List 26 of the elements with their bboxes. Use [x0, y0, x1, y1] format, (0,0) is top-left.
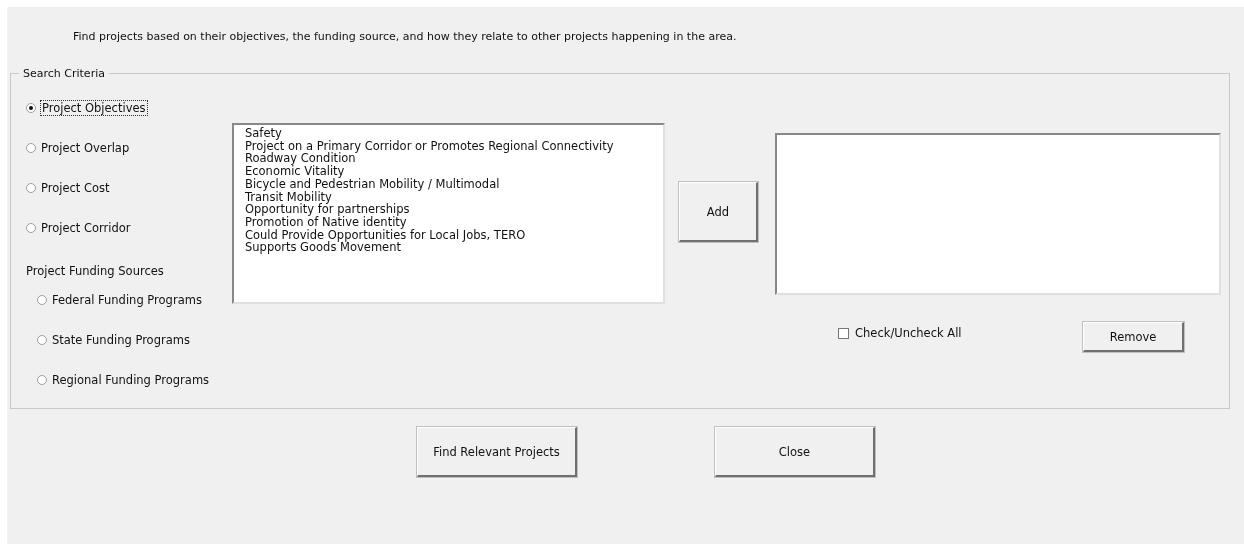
list-item[interactable]: Project on a Primary Corridor or Promotes Regional Connectivity [245, 139, 663, 153]
description-text: Find projects based on their objectives, the funding source, and how they relate to other projects happening in the area. [72, 29, 738, 45]
add-button[interactable]: Add [679, 182, 758, 242]
list-item[interactable]: Roadway Condition [245, 152, 663, 166]
dialog-button[interactable]: Find Relevant Projects [417, 427, 577, 477]
radio-option[interactable]: Project Overlap [26, 128, 232, 168]
list-item[interactable]: Opportunity for partnerships [245, 203, 663, 216]
remove-button[interactable]: Remove [1083, 322, 1184, 352]
radio-option[interactable]: Project Cost [26, 168, 232, 208]
funding-sources-label: Project Funding Sources [26, 263, 165, 280]
radio-option[interactable]: Project Corridor [26, 208, 232, 248]
list-item[interactable]: Safety [245, 127, 663, 140]
radio-option[interactable]: Regional Funding Programs [26, 360, 232, 400]
list-item[interactable]: Could Provide Opportunities for Local Jobs, TERO [245, 228, 663, 242]
list-item[interactable]: Supports Goods Movement [245, 241, 663, 255]
check-all-checkbox[interactable]: Check/Uncheck All [838, 326, 1083, 340]
list-item[interactable]: Transit Mobility [245, 190, 663, 204]
objectives-listbox[interactable] [232, 123, 665, 304]
list-item[interactable]: Promotion of Native identity [245, 215, 663, 229]
dialog-button[interactable]: Close [715, 427, 875, 477]
radio-option[interactable]: Federal Funding Programs [26, 280, 232, 320]
list-item[interactable]: Bicycle and Pedestrian Mobility / Multimodal [245, 177, 663, 191]
list-item[interactable]: Economic Vitality [245, 165, 663, 178]
radio-option[interactable]: State Funding Programs [26, 320, 232, 360]
group-legend: Search Criteria [19, 67, 109, 80]
radio-option[interactable]: Project Objectives [26, 88, 232, 128]
